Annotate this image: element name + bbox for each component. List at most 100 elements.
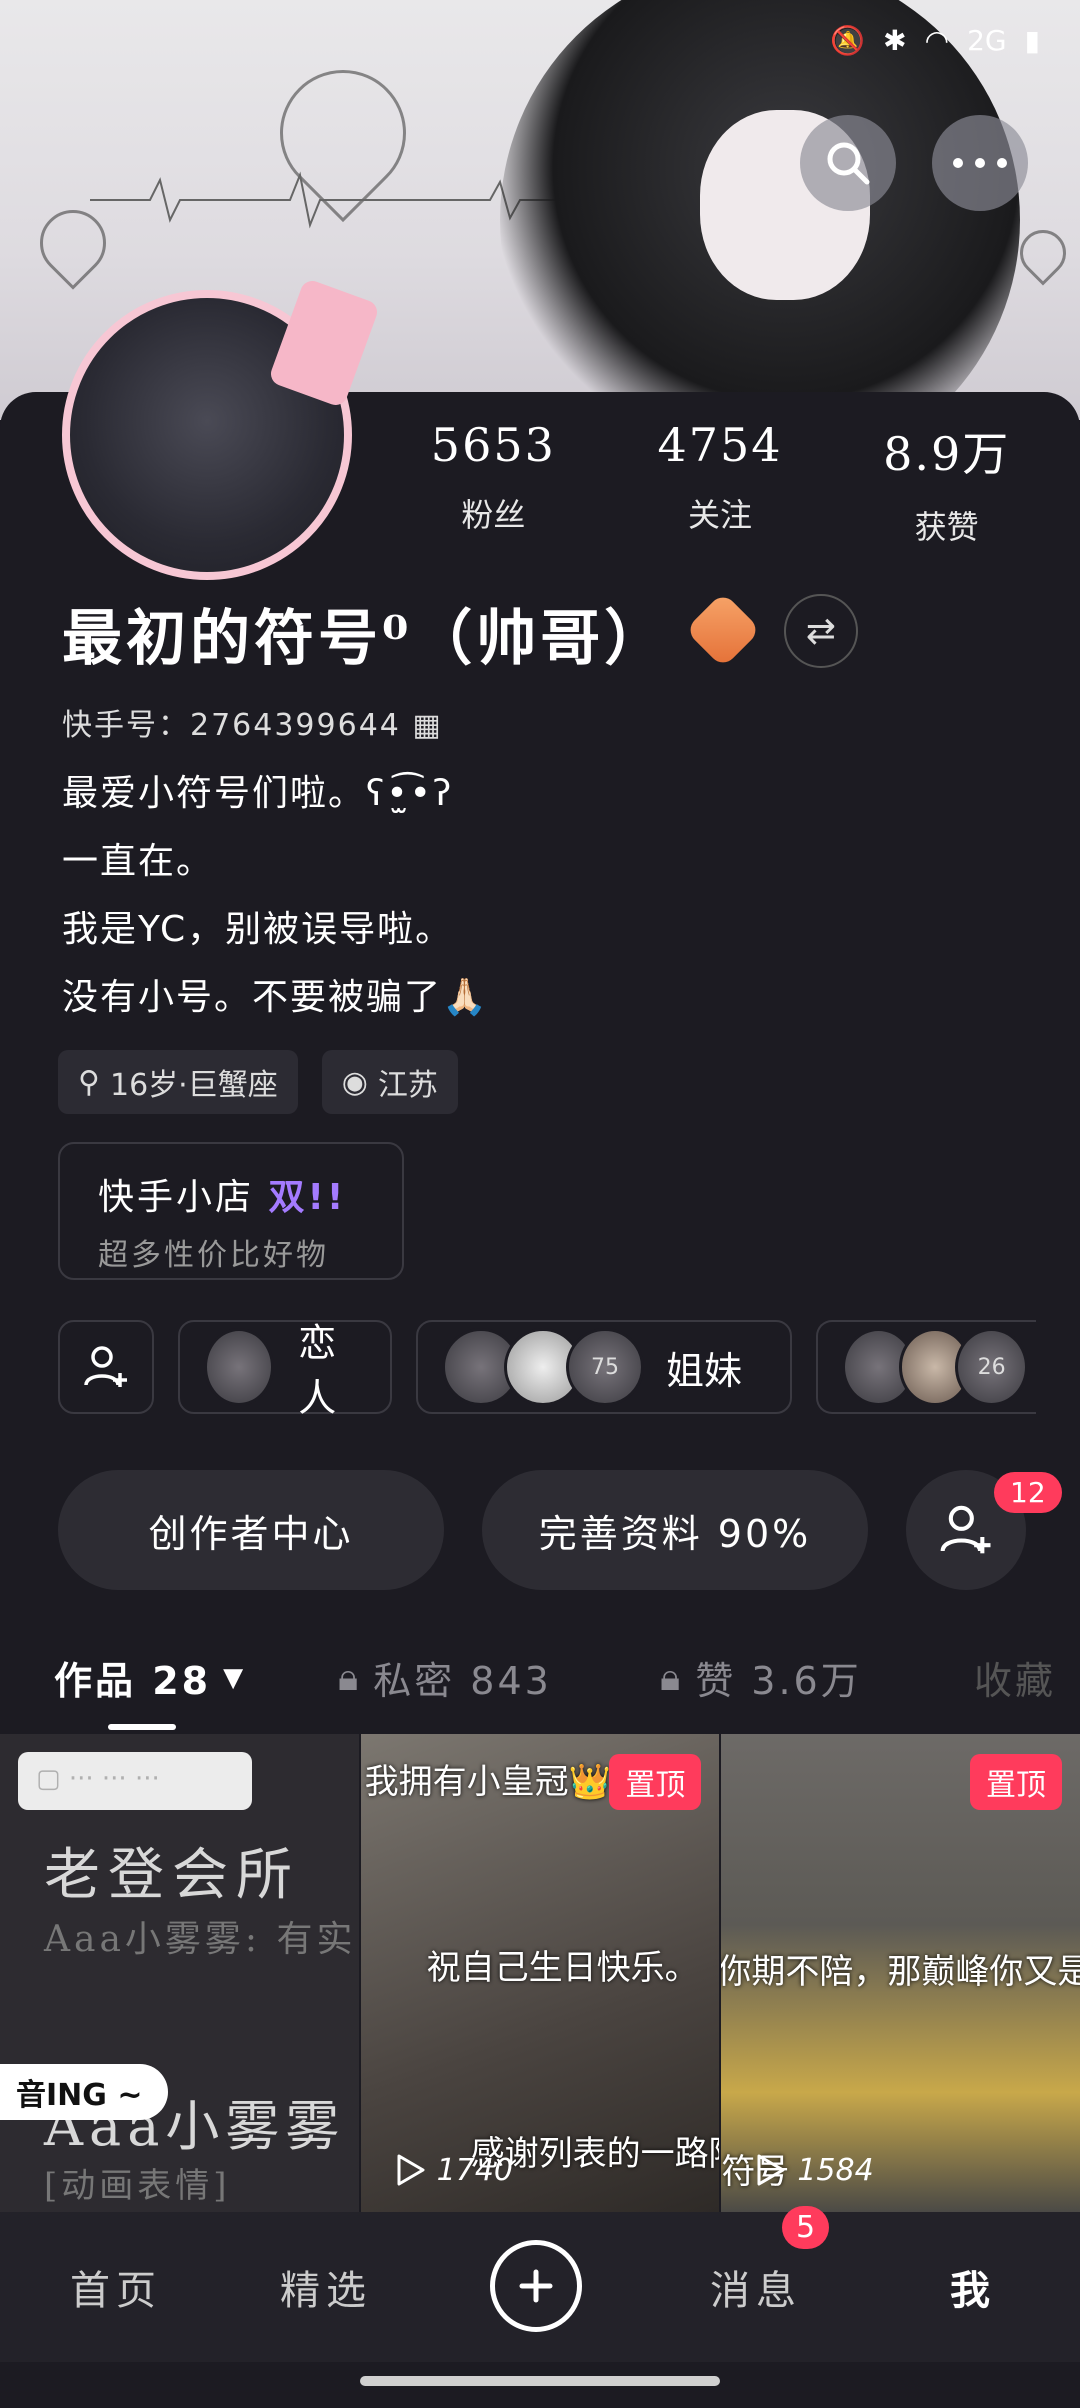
play-icon [397, 2154, 425, 2186]
location-pin-icon: ◉ [341, 1064, 368, 1100]
shop-badge: 双!! [268, 1177, 347, 1218]
tab-label: 赞 3.6万 [695, 1659, 862, 1703]
nav-messages-label: 消息 [710, 2268, 802, 2314]
profile-tags: ⚲ 16岁·巨蟹座 ◉ 江苏 [58, 1050, 458, 1114]
stat-label: 获赞 [914, 508, 979, 546]
gender-icon: ⚲ [78, 1064, 100, 1100]
add-friend-button[interactable]: 12 [906, 1470, 1062, 1590]
messages-badge: 5 [782, 2206, 830, 2249]
tab-label: 作品 28 [54, 1659, 212, 1703]
nav-me[interactable]: 我 [950, 2258, 996, 2316]
shop-title: 快手小店 双!! [98, 1168, 364, 1220]
relation-count: 75 [591, 1354, 619, 1380]
stat-value: 4754 [657, 418, 783, 472]
draft-label: ▢ ··· ··· ··· [18, 1752, 252, 1810]
relation-avatar: 26 [955, 1328, 1029, 1406]
stat-likes[interactable]: 8.9万 获赞 [833, 418, 1060, 548]
heart-decoration [1010, 220, 1076, 286]
status-bar: 🔕 ✱ ◠ 2G ▮ [830, 24, 1040, 57]
stat-following[interactable]: 4754 关注 [607, 418, 834, 548]
more-icon [953, 158, 1007, 168]
battery-icon: ▮ [1024, 24, 1040, 57]
draft-title: 老登会所 [44, 1843, 300, 1908]
avatar[interactable] [62, 277, 381, 580]
kuaishou-shop-card[interactable]: 快手小店 双!! 超多性价比好物 [58, 1142, 404, 1280]
bio-line: 最爱小符号们啦。ʕ•̫͡•ʔ [62, 773, 454, 814]
works-grid: ▢ ··· ··· ··· 老登会所 Aaa小雾雾: 有实 Aaa小雾雾 [动画… [0, 1734, 1080, 2212]
relation-lover[interactable]: 恋人 [178, 1320, 392, 1420]
profile-actions: 创作者中心 完善资料 90% 12 [58, 1470, 1062, 1590]
chevron-down-icon: ▼ [223, 1662, 247, 1693]
more-button[interactable] [932, 115, 1028, 211]
tab-private[interactable]: 🔒︎ 私密 843 [338, 1650, 552, 1705]
relation-avatar [204, 1328, 275, 1406]
stat-value: 8.9万 [883, 427, 1011, 481]
mute-icon: 🔕 [830, 24, 866, 57]
shop-title-text: 快手小店 [98, 1177, 255, 1218]
tab-likes[interactable]: 🔒︎ 赞 3.6万 [660, 1650, 862, 1705]
add-relation-button[interactable] [58, 1320, 154, 1414]
play-count-value: 1584 [797, 2152, 874, 2188]
home-indicator[interactable] [360, 2376, 720, 2386]
nav-messages[interactable]: 消息 5 [710, 2206, 830, 2316]
play-icon [757, 2154, 785, 2186]
signal-icon: 2G [967, 24, 1007, 57]
complete-profile-button[interactable]: 完善资料 90% [482, 1470, 868, 1590]
work-item-draft[interactable]: ▢ ··· ··· ··· 老登会所 Aaa小雾雾: 有实 Aaa小雾雾 [动画… [0, 1734, 359, 2212]
add-person-icon [940, 1505, 991, 1554]
nav-featured[interactable]: 精选 [280, 2258, 372, 2316]
bottom-navigation: 首页 精选 消息 5 我 [0, 2206, 1080, 2362]
tab-indicator [108, 1724, 176, 1730]
search-icon [827, 142, 870, 185]
tab-label: 收藏 [974, 1659, 1057, 1703]
tag-label: 江苏 [377, 1068, 438, 1103]
plus-icon [519, 2269, 553, 2303]
swap-icon: ⇄ [805, 610, 837, 652]
tag-location[interactable]: ◉ 江苏 [321, 1050, 458, 1114]
create-button[interactable] [490, 2240, 582, 2332]
relation-label: 恋人 [298, 1321, 337, 1420]
relation-count: 26 [977, 1354, 1006, 1380]
search-button[interactable] [800, 115, 896, 211]
work-caption: 我拥有小皇冠👑啦 [364, 1762, 646, 1802]
add-person-icon [84, 1346, 127, 1387]
stat-followers[interactable]: 5653 粉丝 [380, 418, 607, 548]
creator-center-button[interactable]: 创作者中心 [58, 1470, 444, 1590]
bio-line: 一直在。 [62, 841, 215, 882]
bio-line: 没有小号。不要被骗了🙏🏻 [62, 977, 489, 1018]
lock-icon: 🔒︎ [660, 1655, 684, 1699]
shop-subtitle: 超多性价比好物 [98, 1238, 329, 1273]
relation-label: 姐妹 [666, 1348, 743, 1393]
nav-home[interactable]: 首页 [70, 2258, 162, 2316]
profile-name: 最初的符号⁰（帅哥） [62, 604, 669, 674]
tab-favorites[interactable]: 收藏 [974, 1650, 1056, 1705]
work-caption: 你期不陪，那巅峰你又是谁 [721, 1952, 1080, 1992]
play-count-value: 1740 [436, 2152, 514, 2188]
profile-bio: 最爱小符号们啦。ʕ•̫͡•ʔ 一直在。 我是YC，别被误导啦。 没有小号。不要被… [62, 760, 489, 1032]
draft-tag: [动画表情] [44, 2166, 231, 2206]
kuaishou-id-text: 快手号：2764399644 [62, 708, 401, 743]
bluetooth-icon: ✱ [883, 24, 907, 57]
tag-label: 16岁·巨蟹座 [109, 1068, 278, 1103]
wifi-icon: ◠ [924, 24, 950, 57]
stat-value: 5653 [430, 418, 556, 472]
relation-group[interactable]: 26 [816, 1320, 1036, 1414]
kuaishou-id[interactable]: 快手号：2764399644 ▦ [62, 700, 443, 744]
profile-stats: 5653 粉丝 4754 关注 8.9万 获赞 [380, 418, 1060, 548]
pinned-badge: 置顶 [970, 1754, 1063, 1810]
play-count: 1740 [391, 2152, 513, 2188]
relation-sisters[interactable]: 75 姐妹 [416, 1320, 792, 1414]
work-item[interactable]: 置顶 你期不陪，那巅峰你又是谁 符号 1584 [721, 1734, 1080, 2212]
tab-label: 私密 843 [373, 1659, 552, 1703]
draft-subtitle: Aaa小雾雾: 有实 [44, 1919, 357, 1960]
qr-code-icon[interactable]: ▦ [412, 708, 442, 743]
tab-works[interactable]: 作品 28 ▼ [54, 1650, 246, 1705]
work-caption: 祝自己生日快乐。 [426, 1948, 699, 1988]
bio-line: 我是YC，别被误导啦。 [62, 909, 454, 950]
stat-label: 关注 [688, 496, 753, 534]
content-tabs: 作品 28 ▼ 🔒︎ 私密 843 🔒︎ 赞 3.6万 收藏 [0, 1640, 1080, 1730]
switch-account-button[interactable]: ⇄ [784, 594, 858, 668]
work-item[interactable]: 我拥有小皇冠👑啦 置顶 祝自己生日快乐。 感谢列表的一路陪伴 1740 [360, 1734, 720, 2212]
play-count: 1584 [751, 2152, 874, 2188]
tag-age[interactable]: ⚲ 16岁·巨蟹座 [58, 1050, 298, 1114]
